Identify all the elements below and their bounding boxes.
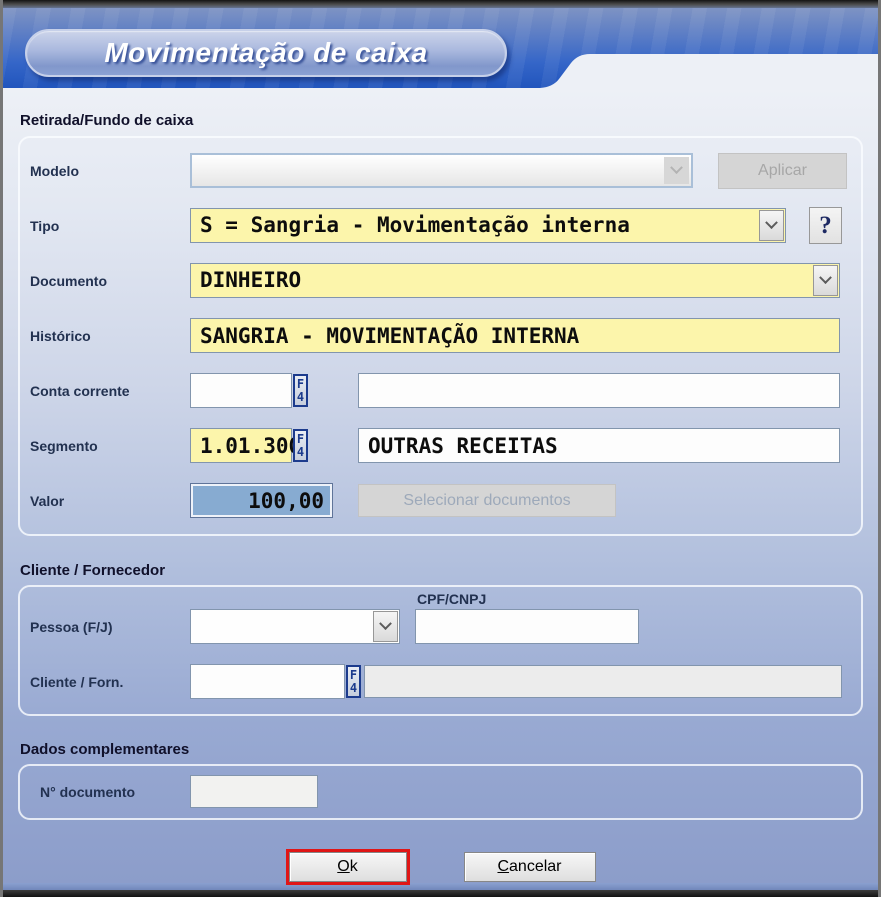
conta-corrente-desc-input[interactable] (358, 373, 840, 408)
conta-corrente-f4-button[interactable]: F 4 (293, 374, 308, 407)
pessoa-dropdown-button[interactable] (373, 611, 398, 642)
tipo-select[interactable]: S = Sangria - Movimentação interna (190, 208, 786, 243)
tipo-value: S = Sangria - Movimentação interna (191, 209, 630, 242)
window-bottom-edge (3, 890, 878, 897)
retirada-groupbox: Modelo Aplicar Tipo S = Sangria - Movime… (18, 136, 863, 536)
historico-input[interactable]: SANGRIA - MOVIMENTAÇÃO INTERNA (190, 318, 840, 353)
conta-corrente-row: Conta corrente F 4 (30, 373, 851, 408)
pessoa-select[interactable] (190, 609, 400, 644)
documento-value: DINHEIRO (191, 264, 301, 297)
dialog-body: Retirada/Fundo de caixa Modelo Aplicar T… (3, 88, 878, 883)
pessoa-row: Pessoa (F/J) CPF/CNPJ (30, 591, 851, 644)
cancel-button-label: ancelar (509, 858, 561, 876)
valor-label: Valor (30, 493, 190, 509)
segmento-label: Segmento (30, 438, 190, 454)
num-documento-label: N° documento (40, 784, 190, 800)
modelo-select (190, 153, 693, 188)
valor-row: Valor 100,00 Selecionar documentos (30, 483, 851, 518)
documento-select[interactable]: DINHEIRO (190, 263, 840, 298)
cpf-cnpj-label: CPF/CNPJ (417, 591, 639, 607)
tipo-dropdown-button[interactable] (759, 210, 784, 241)
cpf-cnpj-input[interactable] (415, 609, 639, 644)
header-swoosh (538, 54, 878, 88)
f4-icon: 4 (297, 446, 304, 459)
historico-value: SANGRIA - MOVIMENTAÇÃO INTERNA (200, 324, 579, 348)
segmento-code-input[interactable]: 1.01.300 (190, 428, 292, 463)
conta-corrente-label: Conta corrente (30, 383, 190, 399)
cancel-button-mnemonic: C (497, 858, 509, 876)
cliente-forn-f4-button[interactable]: F 4 (346, 665, 361, 698)
aplicar-button: Aplicar (718, 153, 847, 189)
conta-corrente-code-input[interactable] (190, 373, 292, 408)
documento-label: Documento (30, 273, 190, 289)
dados-groupbox: N° documento (18, 764, 863, 820)
dialog-title-pill: Movimentação de caixa (25, 29, 507, 77)
pessoa-label: Pessoa (F/J) (30, 619, 190, 644)
cpf-cnpj-field: CPF/CNPJ (415, 591, 639, 644)
ok-button-label: k (350, 858, 358, 876)
help-icon: ? (819, 212, 832, 240)
tipo-help-button[interactable]: ? (809, 207, 842, 244)
movimentacao-caixa-dialog: Movimentação de caixa Retirada/Fundo de … (0, 0, 881, 897)
tipo-row: Tipo S = Sangria - Movimentação interna … (30, 208, 851, 243)
f4-icon: 4 (297, 391, 304, 404)
section-title-cliente: Cliente / Fornecedor (20, 562, 861, 579)
segmento-desc-value: OUTRAS RECEITAS (368, 434, 558, 458)
f4-icon: F (350, 669, 357, 682)
num-documento-row: N° documento (40, 775, 851, 808)
historico-row: Histórico SANGRIA - MOVIMENTAÇÃO INTERNA (30, 318, 851, 353)
cliente-forn-desc-input (364, 665, 842, 698)
f4-icon: F (297, 433, 304, 446)
dialog-header: Movimentação de caixa (3, 8, 878, 88)
cliente-forn-label: Cliente / Forn. (30, 674, 190, 690)
documento-dropdown-button[interactable] (813, 265, 838, 296)
chevron-down-icon (765, 216, 778, 229)
footer-buttons: Ok Cancelar (18, 849, 863, 885)
selecionar-documentos-button: Selecionar documentos (358, 484, 616, 517)
section-title-dados: Dados complementares (20, 741, 861, 758)
window-top-edge (3, 0, 878, 8)
valor-value: 100,00 (248, 489, 324, 513)
selecionar-documentos-label: Selecionar documentos (403, 492, 570, 510)
aplicar-button-label: Aplicar (758, 162, 807, 180)
ok-button-mnemonic: O (337, 858, 349, 876)
cliente-groupbox: Pessoa (F/J) CPF/CNPJ Cliente / Forn. (18, 585, 863, 716)
modelo-row: Modelo Aplicar (30, 153, 851, 188)
f4-icon: 4 (350, 682, 357, 695)
cancel-button[interactable]: Cancelar (464, 852, 596, 882)
modelo-label: Modelo (30, 163, 190, 179)
cliente-forn-row: Cliente / Forn. F 4 (30, 664, 851, 699)
ok-highlight-frame: Ok (286, 849, 410, 885)
segmento-row: Segmento 1.01.300 F 4 OUTRAS RECEITAS (30, 428, 851, 463)
f4-icon: F (297, 378, 304, 391)
segmento-code-value: 1.01.300 (200, 434, 301, 458)
dialog-title: Movimentação de caixa (104, 37, 427, 69)
cliente-forn-code-input[interactable] (190, 664, 345, 699)
valor-input[interactable]: 100,00 (190, 483, 333, 518)
ok-button[interactable]: Ok (289, 852, 407, 882)
section-title-retirada: Retirada/Fundo de caixa (20, 88, 861, 129)
segmento-desc-input[interactable]: OUTRAS RECEITAS (358, 428, 840, 463)
chevron-down-icon (670, 161, 683, 174)
tipo-label: Tipo (30, 218, 190, 234)
chevron-down-icon (819, 271, 832, 284)
modelo-dropdown-button (664, 157, 689, 184)
chevron-down-icon (379, 617, 392, 630)
documento-row: Documento DINHEIRO (30, 263, 851, 298)
historico-label: Histórico (30, 328, 190, 344)
num-documento-input[interactable] (190, 775, 318, 808)
segmento-f4-button[interactable]: F 4 (293, 429, 308, 462)
